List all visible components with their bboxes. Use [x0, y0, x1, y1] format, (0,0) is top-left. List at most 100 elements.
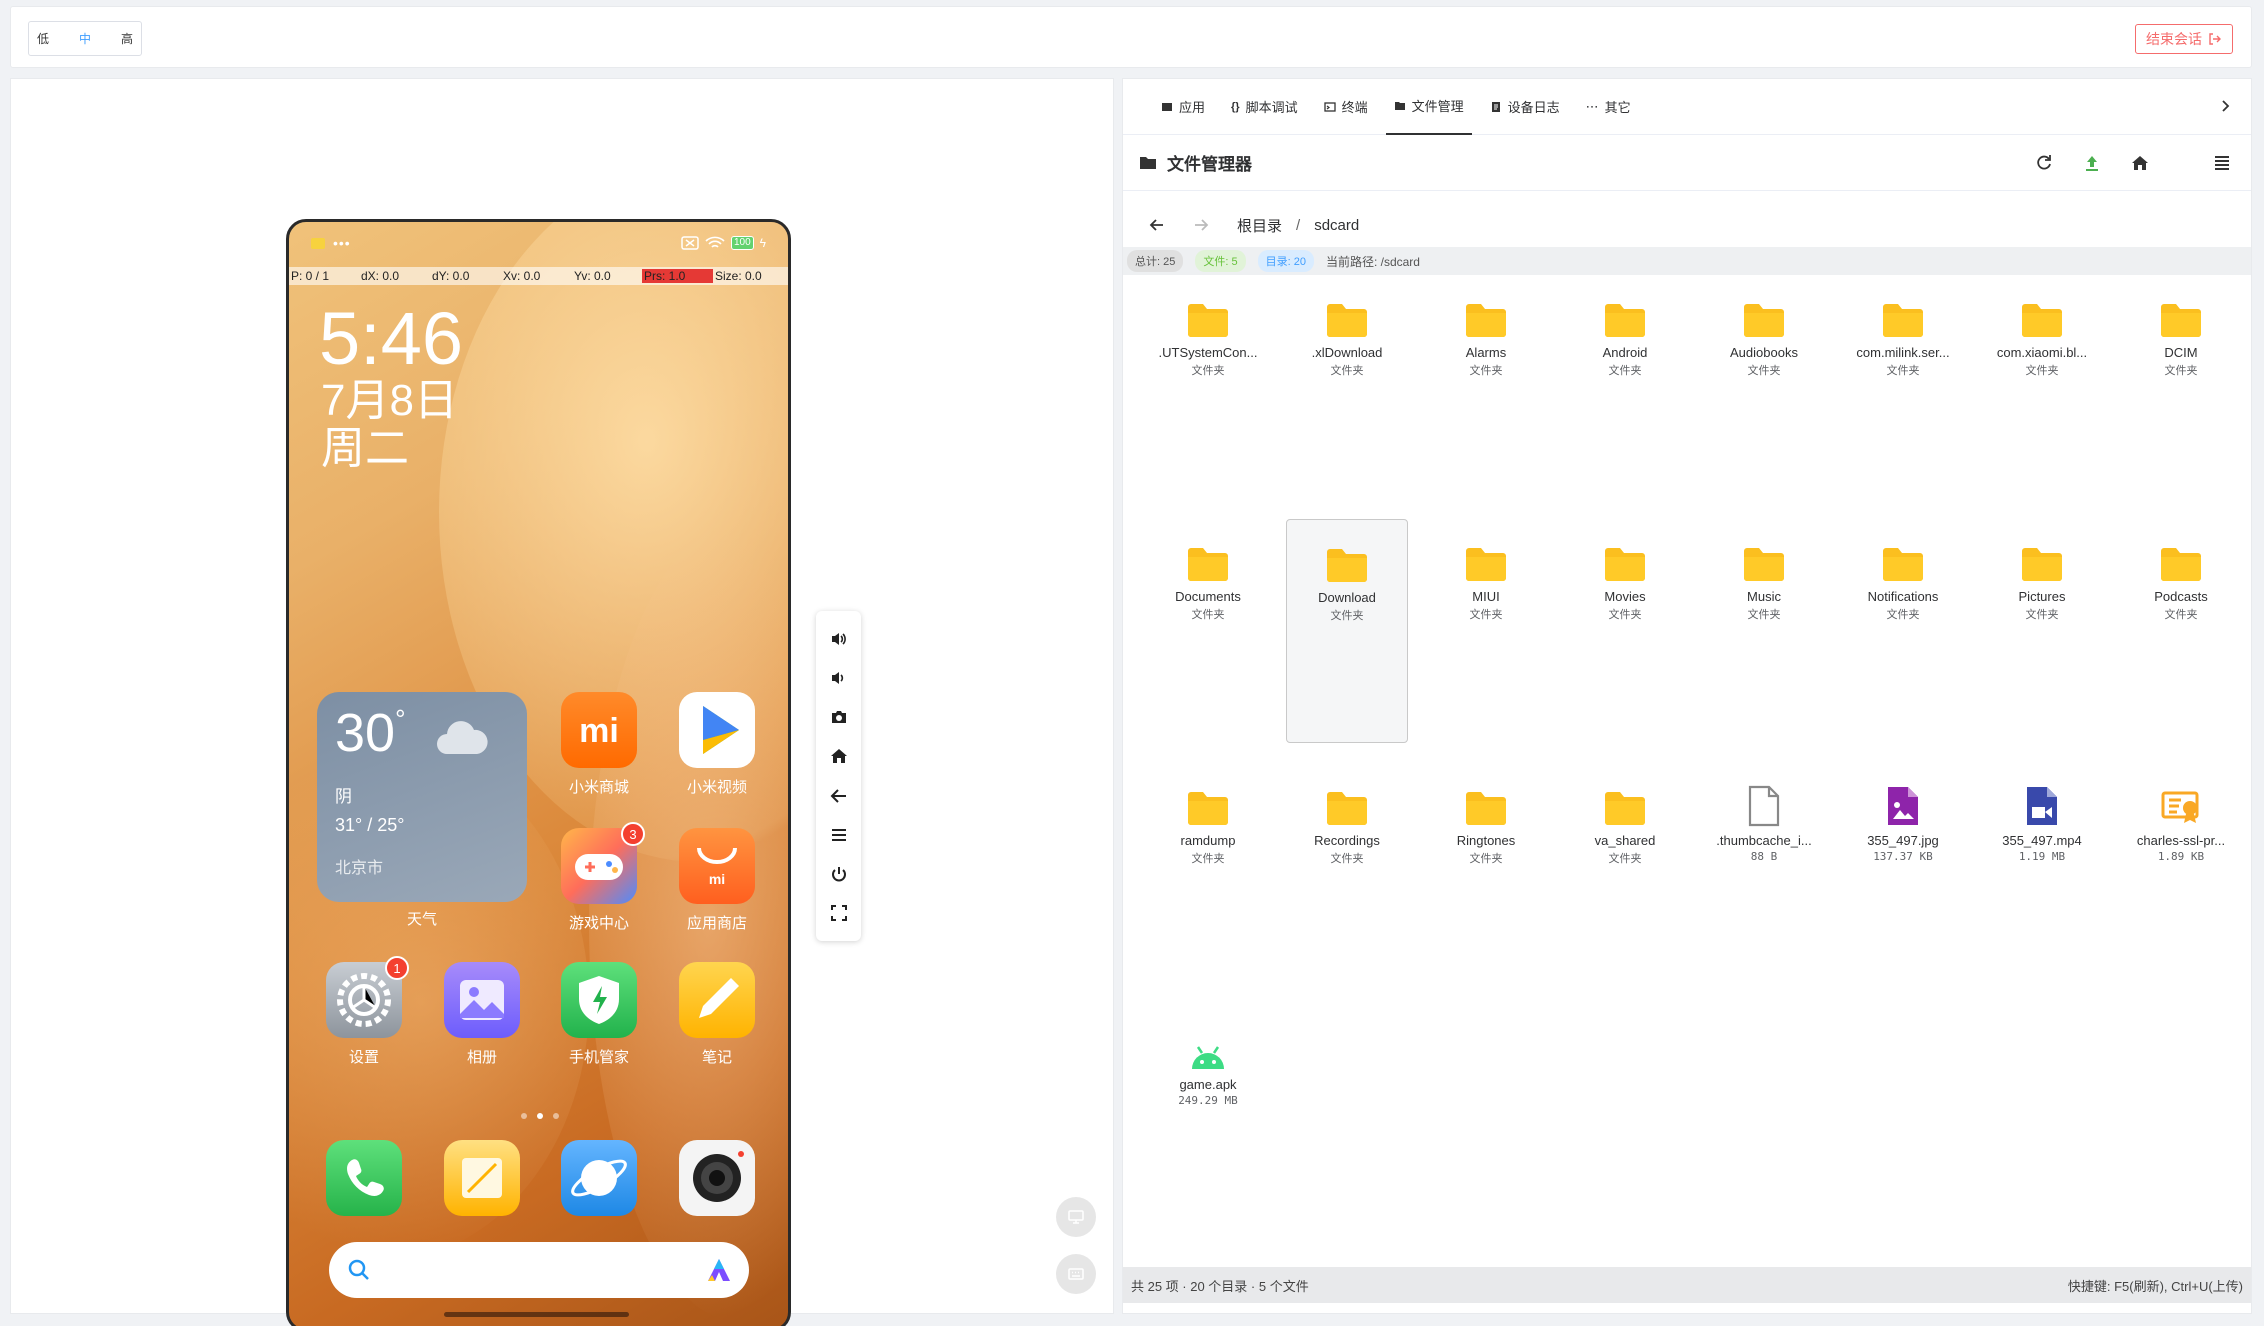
- item-name: 355_497.mp4: [2002, 833, 2082, 848]
- folder-item[interactable]: Alarms 文件夹: [1425, 275, 1547, 499]
- search-bar[interactable]: [329, 1242, 749, 1298]
- notification-icon: [311, 237, 325, 249]
- folder-item[interactable]: Notifications 文件夹: [1842, 519, 1964, 743]
- quality-high-option[interactable]: 高: [121, 30, 133, 47]
- folder-icon: [1325, 293, 1369, 339]
- home-icon[interactable]: [830, 747, 848, 765]
- quality-low-option[interactable]: 低: [37, 30, 49, 47]
- file-item[interactable]: game.apk 249.29 MB: [1147, 1007, 1269, 1231]
- item-name: va_shared: [1594, 833, 1656, 848]
- tab-apps[interactable]: 应用: [1153, 79, 1213, 135]
- quality-mid-option[interactable]: 中: [79, 30, 91, 47]
- debug-p: P: 0 / 1: [291, 269, 330, 283]
- display-toggle-button[interactable]: [1056, 1197, 1096, 1237]
- forward-arrow-icon[interactable]: [1193, 217, 1209, 233]
- folder-item[interactable]: MIUI 文件夹: [1425, 519, 1547, 743]
- app-store-app-icon[interactable]: mi: [679, 828, 755, 904]
- page-indicator: [521, 1113, 559, 1119]
- home-indicator[interactable]: [444, 1312, 629, 1317]
- item-meta: 文件夹: [2025, 608, 2059, 621]
- notes-app-icon[interactable]: [679, 962, 755, 1038]
- game-center-label: 游戏中心: [568, 915, 629, 932]
- home-dir-icon[interactable]: [2131, 154, 2149, 172]
- phone-screen[interactable]: ••• 100 ϟ P: 0 / 1 dX: 0.0 dY: 0.0 Xv: 0…: [286, 219, 791, 1326]
- folder-icon: [1881, 537, 1925, 583]
- folder-icon: [1464, 293, 1508, 339]
- back-arrow-icon[interactable]: [1149, 217, 1165, 233]
- browser-app-icon[interactable]: [561, 1140, 637, 1216]
- folder-item[interactable]: Android 文件夹: [1564, 275, 1686, 499]
- file-manager-header: 文件管理器: [1123, 135, 2251, 191]
- mi-store-app-icon[interactable]: mi: [561, 692, 637, 768]
- settings-label: 设置: [348, 1049, 379, 1066]
- breadcrumb-root[interactable]: 根目录: [1237, 215, 1282, 236]
- refresh-icon[interactable]: [2035, 154, 2053, 172]
- item-name: Android: [1602, 345, 1648, 360]
- camera-app-icon[interactable]: [679, 1140, 755, 1216]
- folder-item[interactable]: .xlDownload 文件夹: [1286, 275, 1408, 499]
- screenshot-icon[interactable]: [830, 708, 848, 726]
- folder-item[interactable]: Pictures 文件夹: [1981, 519, 2103, 743]
- monitor-icon: [1068, 1209, 1084, 1225]
- item-meta: 1.19 MB: [2018, 850, 2066, 863]
- file-item[interactable]: 355_497.jpg 137.37 KB: [1842, 763, 1964, 987]
- folder-item[interactable]: Recordings 文件夹: [1286, 763, 1408, 987]
- phone-app-icon[interactable]: [326, 1140, 402, 1216]
- device-panel: ••• 100 ϟ P: 0 / 1 dX: 0.0 dY: 0.0 Xv: 0…: [10, 78, 1114, 1326]
- end-session-button[interactable]: 结束会话: [2135, 24, 2233, 54]
- pointer-debug-bar: P: 0 / 1 dX: 0.0 dY: 0.0 Xv: 0.0 Yv: 0.0…: [289, 267, 788, 285]
- folder-item[interactable]: Music 文件夹: [1703, 519, 1825, 743]
- weather-widget[interactable]: 30 ° 阴 31° / 25° 北京市: [317, 692, 527, 902]
- mi-video-app-icon[interactable]: [679, 692, 755, 768]
- code-icon: {}: [1231, 100, 1240, 113]
- file-count-badge: 文件: 5: [1195, 250, 1246, 272]
- item-meta: 文件夹: [1608, 608, 1642, 621]
- list-view-icon[interactable]: [2213, 154, 2231, 172]
- tab-more[interactable]: ⋯ 其它: [1578, 79, 1639, 135]
- log-icon: [1490, 101, 1502, 113]
- folder-item[interactable]: com.xiaomi.bl... 文件夹: [1981, 275, 2103, 499]
- security-app-icon[interactable]: [561, 962, 637, 1038]
- folder-item[interactable]: Documents 文件夹: [1147, 519, 1269, 743]
- power-icon[interactable]: [830, 865, 848, 883]
- item-meta: 文件夹: [1886, 364, 1920, 377]
- folder-item[interactable]: .UTSystemCon... 文件夹: [1147, 275, 1269, 499]
- folder-item[interactable]: Ringtones 文件夹: [1425, 763, 1547, 987]
- folder-icon: [2159, 293, 2203, 339]
- tab-script[interactable]: {} 脚本调试: [1223, 79, 1306, 135]
- folder-item[interactable]: ramdump 文件夹: [1147, 763, 1269, 987]
- file-item[interactable]: 355_497.mp4 1.19 MB: [1981, 763, 2103, 987]
- total-count-badge: 总计: 25: [1127, 250, 1184, 272]
- tab-terminal-label: 终端: [1341, 100, 1368, 115]
- fullscreen-icon[interactable]: [830, 904, 848, 922]
- debug-yv: Yv: 0.0: [574, 269, 611, 283]
- gallery-app-icon[interactable]: [444, 962, 520, 1038]
- item-meta: 文件夹: [1330, 609, 1364, 622]
- tab-terminal[interactable]: 终端: [1316, 79, 1376, 135]
- folder-item[interactable]: DCIM 文件夹: [2120, 275, 2242, 499]
- file-item[interactable]: charles-ssl-pr... 1.89 KB: [2120, 763, 2242, 987]
- folder-item[interactable]: Podcasts 文件夹: [2120, 519, 2242, 743]
- assistant-icon[interactable]: [705, 1256, 733, 1284]
- tab-logs[interactable]: 设备日志: [1482, 79, 1568, 135]
- back-icon[interactable]: [830, 787, 848, 805]
- ellipsis-icon: ⋯: [1585, 98, 1599, 114]
- folder-item[interactable]: va_shared 文件夹: [1564, 763, 1686, 987]
- folder-item[interactable]: com.milink.ser... 文件夹: [1842, 275, 1964, 499]
- file-item[interactable]: .thumbcache_i... 88 B: [1703, 763, 1825, 987]
- volume-down-icon[interactable]: [830, 669, 848, 687]
- menu-icon[interactable]: [830, 826, 848, 844]
- folder-icon: [1603, 537, 1647, 583]
- memo-app-icon[interactable]: [444, 1140, 520, 1216]
- item-name: Music: [1747, 589, 1781, 604]
- folder-item[interactable]: Download 文件夹: [1286, 519, 1408, 743]
- keyboard-toggle-button[interactable]: [1056, 1254, 1096, 1294]
- tab-files[interactable]: 文件管理: [1385, 79, 1472, 135]
- folder-icon: [1186, 537, 1230, 583]
- upload-icon[interactable]: [2083, 154, 2101, 172]
- folder-item[interactable]: Audiobooks 文件夹: [1703, 275, 1825, 499]
- chevron-right-icon[interactable]: [2219, 99, 2231, 113]
- item-meta: 文件夹: [1330, 852, 1364, 865]
- volume-up-icon[interactable]: [830, 630, 848, 648]
- folder-item[interactable]: Movies 文件夹: [1564, 519, 1686, 743]
